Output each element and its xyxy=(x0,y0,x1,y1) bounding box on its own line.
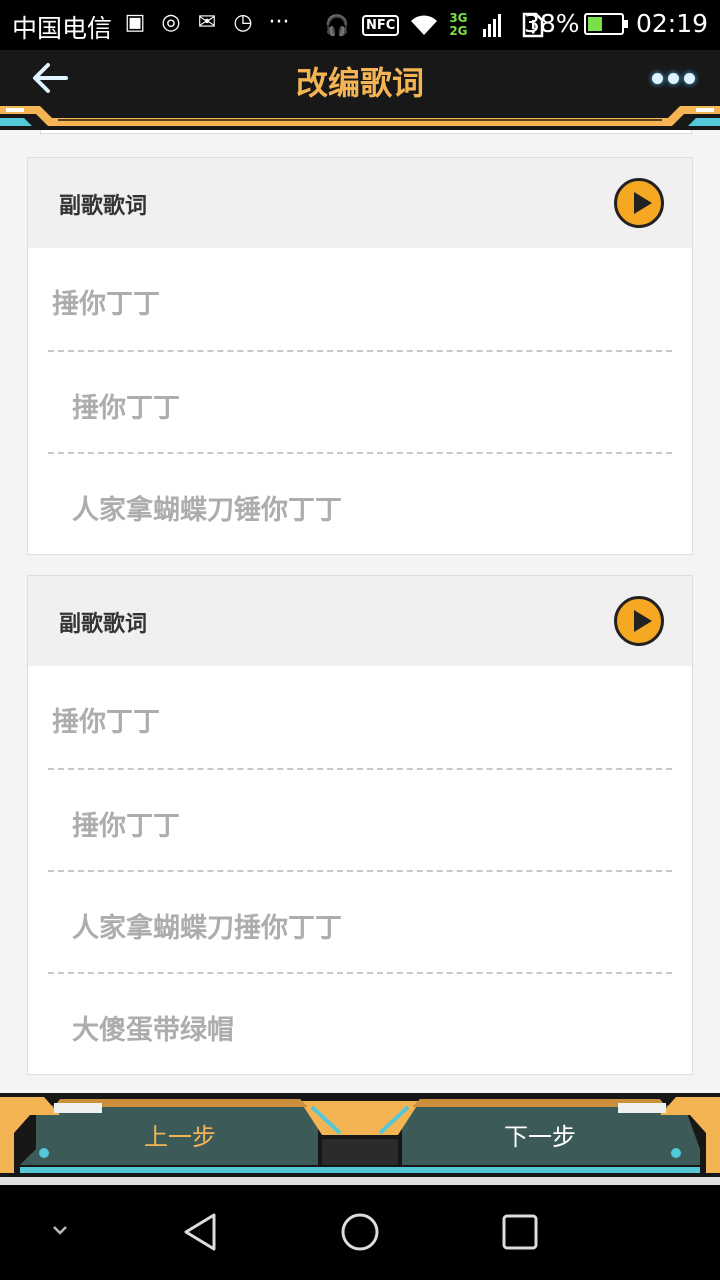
home-nav-icon[interactable] xyxy=(330,1207,390,1257)
gallery-icon: ▣ xyxy=(124,9,146,35)
section-header: 副歌歌词 xyxy=(28,576,692,666)
play-icon[interactable] xyxy=(614,178,664,228)
lyric-line[interactable]: 捶你丁丁 xyxy=(48,350,672,452)
recents-nav-icon[interactable] xyxy=(490,1207,550,1257)
clock: 02:19 xyxy=(636,9,709,38)
carrier-label: 中国电信 xyxy=(12,14,113,43)
lyrics-section-card: 副歌歌词 捶你丁丁 捶你丁丁 人家拿蝴蝶刀捶你丁丁 大傻蛋带绿帽 xyxy=(27,575,693,1075)
headphones-icon: 🎧 xyxy=(324,13,350,37)
notification-icons: ▣ ◎ ✉ ◷ ··· xyxy=(122,9,292,35)
lyric-line[interactable]: 捶你丁丁 xyxy=(28,248,692,350)
system-nav-bar xyxy=(0,1185,720,1280)
next-step-button[interactable]: 下一步 xyxy=(440,1117,640,1157)
footer-bar: 上一步 下一步 xyxy=(0,1093,720,1185)
more-dots-icon[interactable] xyxy=(652,68,696,88)
header-trim xyxy=(0,100,720,130)
lyric-line[interactable]: 人家拿蝴蝶刀锤你丁丁 xyxy=(48,452,672,554)
lyrics-content[interactable]: 副歌歌词 捶你丁丁 捶你丁丁 人家拿蝴蝶刀锤你丁丁 副歌歌词 捶你丁丁 捶你丁丁… xyxy=(0,130,720,1100)
app-header: 改编歌词 xyxy=(0,50,720,130)
lyrics-section-card: 副歌歌词 捶你丁丁 捶你丁丁 人家拿蝴蝶刀锤你丁丁 xyxy=(27,157,693,555)
battery-icon xyxy=(584,13,628,35)
hide-nav-icon[interactable] xyxy=(34,1207,94,1257)
lyric-line[interactable]: 大傻蛋带绿帽 xyxy=(48,972,672,1074)
previous-card-edge xyxy=(40,130,692,134)
section-label: 副歌歌词 xyxy=(59,194,148,219)
battery-percent: 38% xyxy=(524,9,580,38)
more-notifications-icon: ··· xyxy=(268,9,290,35)
weibo-icon: ◎ xyxy=(161,9,181,35)
page-title: 改编歌词 xyxy=(295,64,424,102)
signal-icon xyxy=(478,10,508,40)
previous-step-button[interactable]: 上一步 xyxy=(80,1117,280,1157)
section-header: 副歌歌词 xyxy=(28,158,692,248)
timer-icon: ◷ xyxy=(233,9,253,35)
wifi-icon xyxy=(409,10,439,40)
lyric-line[interactable]: 捶你丁丁 xyxy=(48,768,672,870)
back-nav-icon[interactable] xyxy=(170,1207,230,1257)
play-icon[interactable] xyxy=(614,596,664,646)
nfc-icon: NFC xyxy=(362,14,400,36)
lyric-line[interactable]: 捶你丁丁 xyxy=(28,666,692,768)
network-type: 3G 2G xyxy=(449,11,468,38)
lyric-line[interactable]: 人家拿蝴蝶刀捶你丁丁 xyxy=(48,870,672,972)
section-label: 副歌歌词 xyxy=(59,612,148,637)
mail-check-icon: ✉ xyxy=(197,9,217,35)
system-icons: 🎧 NFC 3G 2G xyxy=(322,6,548,44)
status-bar: 中国电信 ▣ ◎ ✉ ◷ ··· 🎧 NFC 3G 2G 38% 02:19 xyxy=(0,0,720,50)
